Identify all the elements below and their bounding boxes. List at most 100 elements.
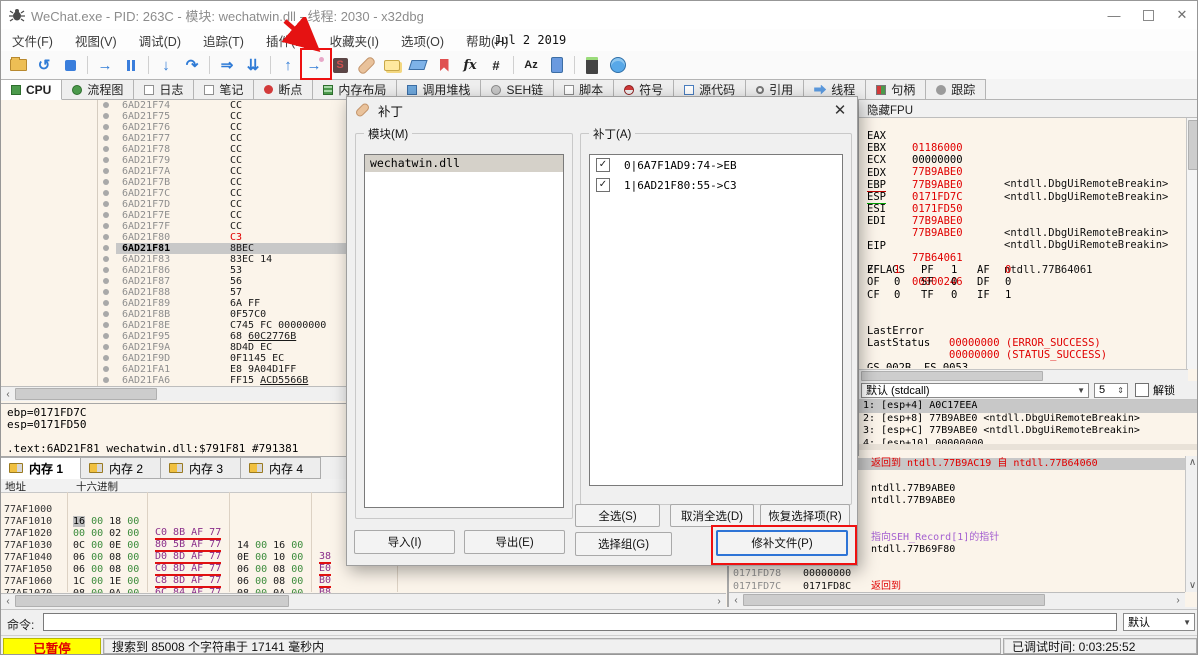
register-row[interactable]: ESI 77B9ABE0 <ntdll.DbgUiRemoteBreakin> [859,191,1187,239]
register-row[interactable]: EIP 77B64061 ntdll.77B64061 [859,228,1187,276]
scroll-thumb[interactable] [1188,120,1197,170]
dump-tab[interactable]: 内存 3 [161,457,241,479]
breakpoint-dot[interactable] [98,309,116,320]
open-file-icon[interactable] [7,54,29,76]
minimize-button[interactable]: — [1097,2,1131,28]
breakpoint-dot[interactable] [98,276,116,287]
pause-icon[interactable] [120,54,142,76]
dialog-close-button[interactable]: ✕ [829,100,851,120]
breakpoint-dot[interactable] [98,353,116,364]
breakpoint-dot[interactable] [98,177,116,188]
register-row[interactable]: EBP 0171FD7C [859,167,1187,203]
patch-list-item[interactable]: ✓ 0|6A7F1AD9:74->EB [590,155,842,175]
registers-vscrollbar[interactable] [1186,118,1197,369]
scroll-thumb[interactable] [15,595,289,607]
scroll-thumb[interactable] [861,371,1043,381]
view-tab[interactable]: 日志 [134,79,195,100]
scroll-thumb[interactable] [15,388,157,400]
scroll-down-arrow[interactable]: ∨ [1186,579,1198,592]
scroll-right-arrow[interactable]: › [712,595,726,608]
patch-list-item[interactable]: ✓ 1|6AD21F80:55->C3 [590,175,842,195]
argument-row[interactable]: 3: [esp+C] 77B9ABE0 <ntdll.DbgUiRemoteBr… [859,425,1197,438]
stack-hscrollbar[interactable]: ‹ › [729,592,1185,607]
register-row[interactable]: EBX 00000000 [859,130,1187,166]
menu-item[interactable]: 追踪(T) [192,29,255,52]
breakpoint-dot[interactable] [98,243,116,254]
depth-spinner[interactable]: 5 ⇕ [1094,382,1128,398]
patch-checkbox[interactable]: ✓ [596,178,610,192]
breakpoint-dot[interactable] [98,100,116,111]
view-tab[interactable]: 笔记 [194,79,255,100]
menu-item[interactable]: 调试(D) [128,29,192,52]
module-list-item[interactable]: wechatwin.dll [365,155,563,172]
breakpoint-dot[interactable] [98,254,116,265]
menu-item[interactable]: 选项(O) [390,29,455,52]
register-row[interactable]: EDI 77B9ABE0 <ntdll.DbgUiRemoteBreakin> [859,203,1187,251]
register-status-row[interactable] [859,301,1187,313]
view-tab[interactable]: CPU [1,79,63,100]
breakpoint-dot[interactable] [98,188,116,199]
hide-fpu-button[interactable]: 隐藏FPU [859,100,1197,118]
breakpoint-dot[interactable] [98,265,116,276]
close-button[interactable]: ✕ [1165,2,1197,28]
register-row[interactable]: ESP 0171FD50 [859,179,1187,215]
register-row[interactable] [859,216,1187,228]
arguments-hscrollbar[interactable] [859,444,1197,450]
arguments-panel[interactable]: 1: [esp+4] A0C17EEA 2: [esp+8] 77B9ABE0 <… [859,399,1197,450]
deselect-all-button[interactable]: 取消全选(D) [670,504,754,527]
register-status-row[interactable]: GS 002B FS 0053 [859,350,1187,368]
maximize-button[interactable] [1131,2,1165,28]
breakpoint-dot[interactable] [98,133,116,144]
breakpoint-dot[interactable] [98,298,116,309]
label-icon[interactable] [407,54,429,76]
breakpoint-dot[interactable] [98,166,116,177]
dialog-title-bar[interactable]: 补丁 [347,97,857,123]
step-into-icon[interactable]: ↓ [155,54,177,76]
patch-list[interactable]: ✓ 0|6A7F1AD9:74->EB ✓ 1|6AD21F80:55->C3 [589,154,843,486]
scroll-left-arrow[interactable]: ‹ [1,595,15,608]
breakpoint-dot[interactable] [98,232,116,243]
scroll-up-arrow[interactable]: ∧ [1186,456,1198,469]
restore-selection-button[interactable]: 恢复选择项(R) [760,504,850,527]
scroll-left-arrow[interactable]: ‹ [1,388,15,401]
dump-tab[interactable]: 内存 4 [241,457,321,479]
breakpoint-dot[interactable] [98,144,116,155]
stack-row[interactable]: 0171FD78 00000000 [729,568,1185,580]
dump-row[interactable]: 77AF1070 08 00 0A 00 A4 D7 AF 77 18 00 1… [1,576,727,607]
breakpoint-dot[interactable] [98,364,116,375]
view-tab[interactable]: 跟踪 [926,79,987,100]
patch-icon[interactable] [355,54,377,76]
patch-checkbox[interactable]: ✓ [596,158,610,172]
command-input[interactable] [43,613,1117,631]
phone-icon[interactable] [546,54,568,76]
register-row[interactable]: EAX 01186000 [859,118,1187,154]
flags-row[interactable]: OF 0 SF 0 DF 0 [859,276,1187,288]
register-status-row[interactable]: LastStatus 00000000 (STATUS_SUCCESS) [859,325,1187,361]
function-icon[interactable]: fx [459,54,481,76]
register-row[interactable]: EFLAGS 00000246 [859,252,1187,288]
stack-row[interactable]: 0171FD7C 0171FD8C 返回到 [729,581,1185,593]
strings-icon[interactable]: Az [520,54,542,76]
breakpoint-dot[interactable] [98,122,116,133]
argument-row[interactable]: 1: [esp+4] A0C17EEA [859,400,1197,413]
flags-row[interactable]: ZF 1 PF 1 AF 0 [859,264,1187,276]
menu-item[interactable]: 视图(V) [64,29,128,52]
breakpoint-dot[interactable] [98,210,116,221]
register-row[interactable] [859,240,1187,252]
step-over-icon[interactable]: ↷ [181,54,203,76]
register-status-row[interactable] [859,337,1187,349]
menu-item[interactable]: 文件(F) [1,29,64,52]
breakpoint-dot[interactable] [98,199,116,210]
argument-row[interactable]: 2: [esp+8] 77B9ABE0 <ntdll.DbgUiRemoteBr… [859,413,1197,426]
breakpoint-dot[interactable] [98,331,116,342]
import-button[interactable]: 导入(I) [354,530,455,554]
breakpoint-dot[interactable] [98,221,116,232]
select-all-button[interactable]: 全选(S) [575,504,660,527]
register-status-row[interactable]: LastError 00000000 (ERROR_SUCCESS) [859,313,1187,349]
scroll-right-arrow[interactable]: › [1171,594,1185,607]
dump-hscrollbar[interactable]: ‹ › [1,593,726,607]
stop-icon[interactable] [59,54,81,76]
run-icon[interactable]: → [94,54,116,76]
view-tab[interactable]: 句柄 [866,79,927,100]
unlock-checkbox[interactable] [1135,383,1149,397]
